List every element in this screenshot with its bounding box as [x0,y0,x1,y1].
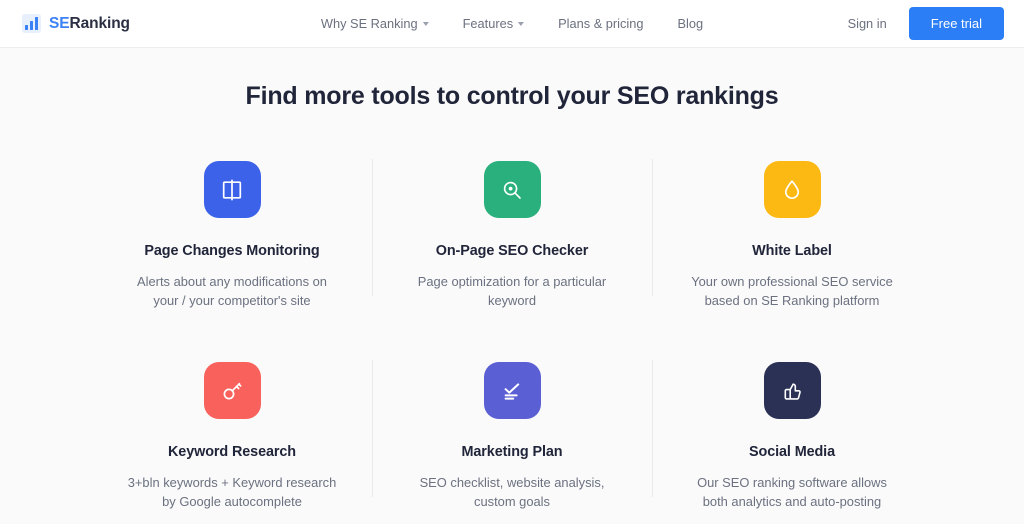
nav-item-features[interactable]: Features [463,16,525,31]
header-actions: Sign in Free trial [848,7,1004,40]
site-header: SERanking Why SE Ranking Features Plans … [0,0,1024,48]
nav-item-why-se-ranking[interactable]: Why SE Ranking [321,16,429,31]
nav-item-label: Features [462,16,514,31]
brand-name: SERanking [49,15,130,33]
tool-card-description: Alerts about any modifications on your /… [137,274,327,308]
tool-card-title: Keyword Research [168,444,296,460]
nav-item-blog[interactable]: Blog [677,16,703,31]
thumbs-up-icon [763,362,821,419]
tool-card-marketing-plan[interactable]: Marketing Plan SEO checklist, website an… [372,350,652,511]
tool-card-page-changes-monitoring[interactable]: Page Changes Monitoring Alerts about any… [92,149,372,310]
tool-card-social-media[interactable]: Social Media Our SEO ranking software al… [652,350,932,511]
tool-card-keyword-research[interactable]: Keyword Research 3+bln keywords + Keywor… [92,350,372,511]
tool-card-title: Social Media [749,444,835,460]
tool-card-description: Our SEO ranking software allows both ana… [697,475,887,509]
tool-card-title: Marketing Plan [461,444,563,460]
main-navigation: Why SE Ranking Features Plans & pricing … [321,16,703,31]
nav-item-label: Why SE Ranking [320,16,418,31]
tool-card-description: Your own professional SEO service based … [691,274,893,308]
water-drop-icon [763,161,821,218]
grid-row-spacer [92,310,932,350]
nav-item-plans-pricing[interactable]: Plans & pricing [558,16,643,31]
tool-card-white-label[interactable]: White Label Your own professional SEO se… [652,149,932,310]
chevron-down-icon [422,22,429,26]
brand-name-suffix: Ranking [69,14,130,32]
sign-in-link[interactable]: Sign in [848,16,887,31]
tool-card-description: SEO checklist, website analysis, custom … [419,475,605,509]
tool-card-description: 3+bln keywords + Keyword research by Goo… [127,475,337,509]
page-title: Find more tools to control your SEO rank… [245,82,779,110]
checklist-icon [483,362,541,419]
open-book-icon [203,161,261,218]
magnifier-target-icon [483,161,541,218]
tool-card-title: Page Changes Monitoring [144,243,320,259]
tool-card-description: Page optimization for a particular keywo… [417,274,607,308]
tool-card-title: White Label [752,243,832,259]
brand-logo[interactable]: SERanking [22,14,130,33]
chevron-down-icon [518,22,525,26]
key-icon [203,362,261,419]
tool-card-title: On-Page SEO Checker [435,243,589,259]
brand-name-prefix: SE [49,14,70,32]
bar-chart-logo-icon [22,14,41,33]
tool-card-on-page-seo-checker[interactable]: On-Page SEO Checker Page optimization fo… [372,149,652,310]
tools-grid: Page Changes Monitoring Alerts about any… [92,149,932,511]
free-trial-button[interactable]: Free trial [908,7,1004,40]
tools-section: Find more tools to control your SEO rank… [0,48,1024,511]
